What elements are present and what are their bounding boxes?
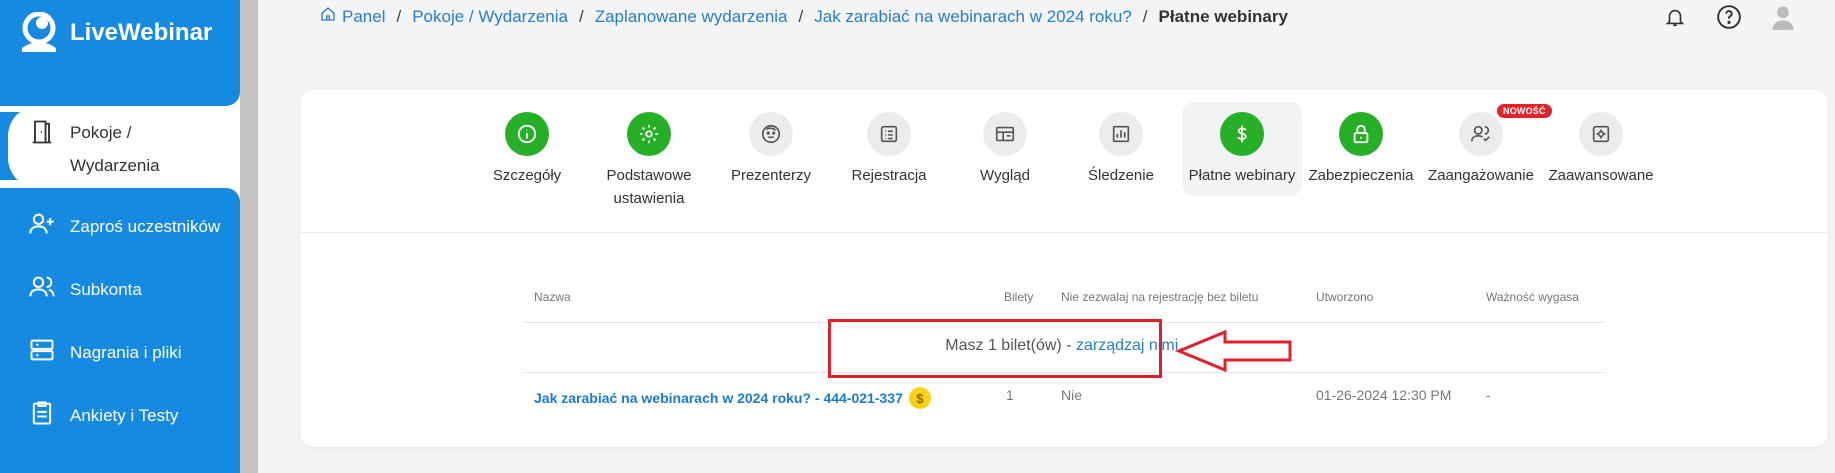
- sidebar-item-label: Zaproś uczestników: [70, 216, 221, 236]
- tab-sledzenie[interactable]: Śledzenie: [1062, 102, 1180, 187]
- info-icon: [505, 112, 549, 156]
- tabs-divider: [300, 232, 1828, 233]
- col-header-name[interactable]: Nazwa: [534, 290, 571, 304]
- sidebar-item-label: Ankiety i Testy: [70, 405, 179, 425]
- breadcrumb-home[interactable]: Panel: [320, 6, 385, 27]
- sidebar-item-label: Subkonta: [70, 279, 142, 299]
- storage-icon: [28, 336, 56, 369]
- tab-platne-webinary[interactable]: Płatne webinary: [1182, 102, 1302, 196]
- bell-icon[interactable]: [1660, 2, 1690, 32]
- settings-card: Szczegóły Podstawowe ustawienia Prezente…: [300, 90, 1828, 447]
- tab-wyglad[interactable]: Wygląd: [946, 102, 1064, 187]
- users-icon: [28, 273, 56, 306]
- gear-icon: [627, 112, 671, 156]
- logo-icon: [16, 11, 62, 54]
- presenter-icon: [749, 112, 793, 156]
- tab-rejestracja[interactable]: Rejestracja: [830, 102, 948, 187]
- sidebar-scrollbar[interactable]: [240, 0, 258, 473]
- col-header-created[interactable]: Utworzono: [1316, 290, 1373, 304]
- dollar-icon: [1220, 112, 1264, 156]
- sidebar-item-label: Wydarzenia: [70, 156, 160, 175]
- col-header-no-registration[interactable]: Nie zezwalaj na rejestrację bez biletu: [1061, 290, 1258, 304]
- sidebar-item-surveys[interactable]: Ankiety i Testy: [28, 399, 178, 432]
- col-header-expires[interactable]: Ważność wygasa: [1486, 290, 1579, 304]
- avatar-icon[interactable]: [1768, 2, 1798, 32]
- table-row-created: 01-26-2024 12:30 PM: [1316, 387, 1452, 403]
- table-row-tickets: 1: [1006, 387, 1014, 403]
- sidebar-item-label: Nagrania i pliki: [70, 342, 182, 362]
- breadcrumb-link[interactable]: Zaplanowane wydarzenia: [595, 7, 788, 27]
- home-icon: [320, 6, 336, 27]
- sidebar-corner: [0, 92, 240, 106]
- tab-zaangazowanie[interactable]: NOWOŚĆ Zaangażowanie: [1422, 102, 1552, 187]
- tab-podstawowe[interactable]: Podstawowe ustawienia: [590, 102, 708, 210]
- breadcrumb-link[interactable]: Pokoje / Wydarzenia: [412, 7, 568, 27]
- sidebar-item-label: Pokoje /: [70, 123, 132, 142]
- sidebar-item-invite[interactable]: Zaproś uczestników: [28, 210, 220, 243]
- sidebar-corner: [0, 188, 240, 202]
- help-icon[interactable]: [1714, 2, 1744, 32]
- advanced-gear-icon: [1579, 112, 1623, 156]
- tab-szczegoly[interactable]: Szczegóły: [468, 102, 586, 187]
- arrow-annotation: [1175, 329, 1292, 373]
- layout-icon: [983, 112, 1027, 156]
- breadcrumb-current: Płatne webinary: [1158, 6, 1288, 26]
- lock-icon: [1339, 112, 1383, 156]
- table-row-name[interactable]: Jak zarabiać na webinarach w 2024 roku? …: [534, 387, 931, 409]
- col-header-tickets[interactable]: Bilety: [1004, 290, 1033, 304]
- door-icon: [28, 118, 56, 151]
- sidebar-item-recordings[interactable]: Nagrania i pliki: [28, 336, 182, 369]
- form-icon: [867, 112, 911, 156]
- tab-zabezpieczenia[interactable]: Zabezpieczenia: [1302, 102, 1420, 187]
- breadcrumb: Panel / Pokoje / Wydarzenia / Zaplanowan…: [320, 6, 1288, 27]
- tab-prezenterzy[interactable]: Prezenterzy: [712, 102, 830, 187]
- table-row-expires: -: [1486, 387, 1491, 403]
- sidebar-item-subaccounts[interactable]: Subkonta: [28, 273, 142, 306]
- sidebar-item-pokoje[interactable]: Pokoje / Wydarzenia: [28, 116, 160, 182]
- tab-zaawansowane[interactable]: Zaawansowane: [1542, 102, 1660, 187]
- top-icons: [1660, 2, 1798, 32]
- highlight-box: [828, 319, 1162, 378]
- table-row-no-registration: Nie: [1061, 387, 1083, 403]
- brand-name: LiveWebinar: [70, 19, 213, 46]
- coin-icon: $: [908, 387, 931, 409]
- chart-icon: [1099, 112, 1143, 156]
- clipboard-icon: [28, 399, 56, 432]
- add-user-icon: [28, 210, 56, 243]
- brand-logo[interactable]: LiveWebinar: [16, 11, 213, 54]
- breadcrumb-link[interactable]: Jak zarabiać na webinarach w 2024 roku?: [814, 7, 1132, 27]
- engagement-icon: [1459, 112, 1503, 156]
